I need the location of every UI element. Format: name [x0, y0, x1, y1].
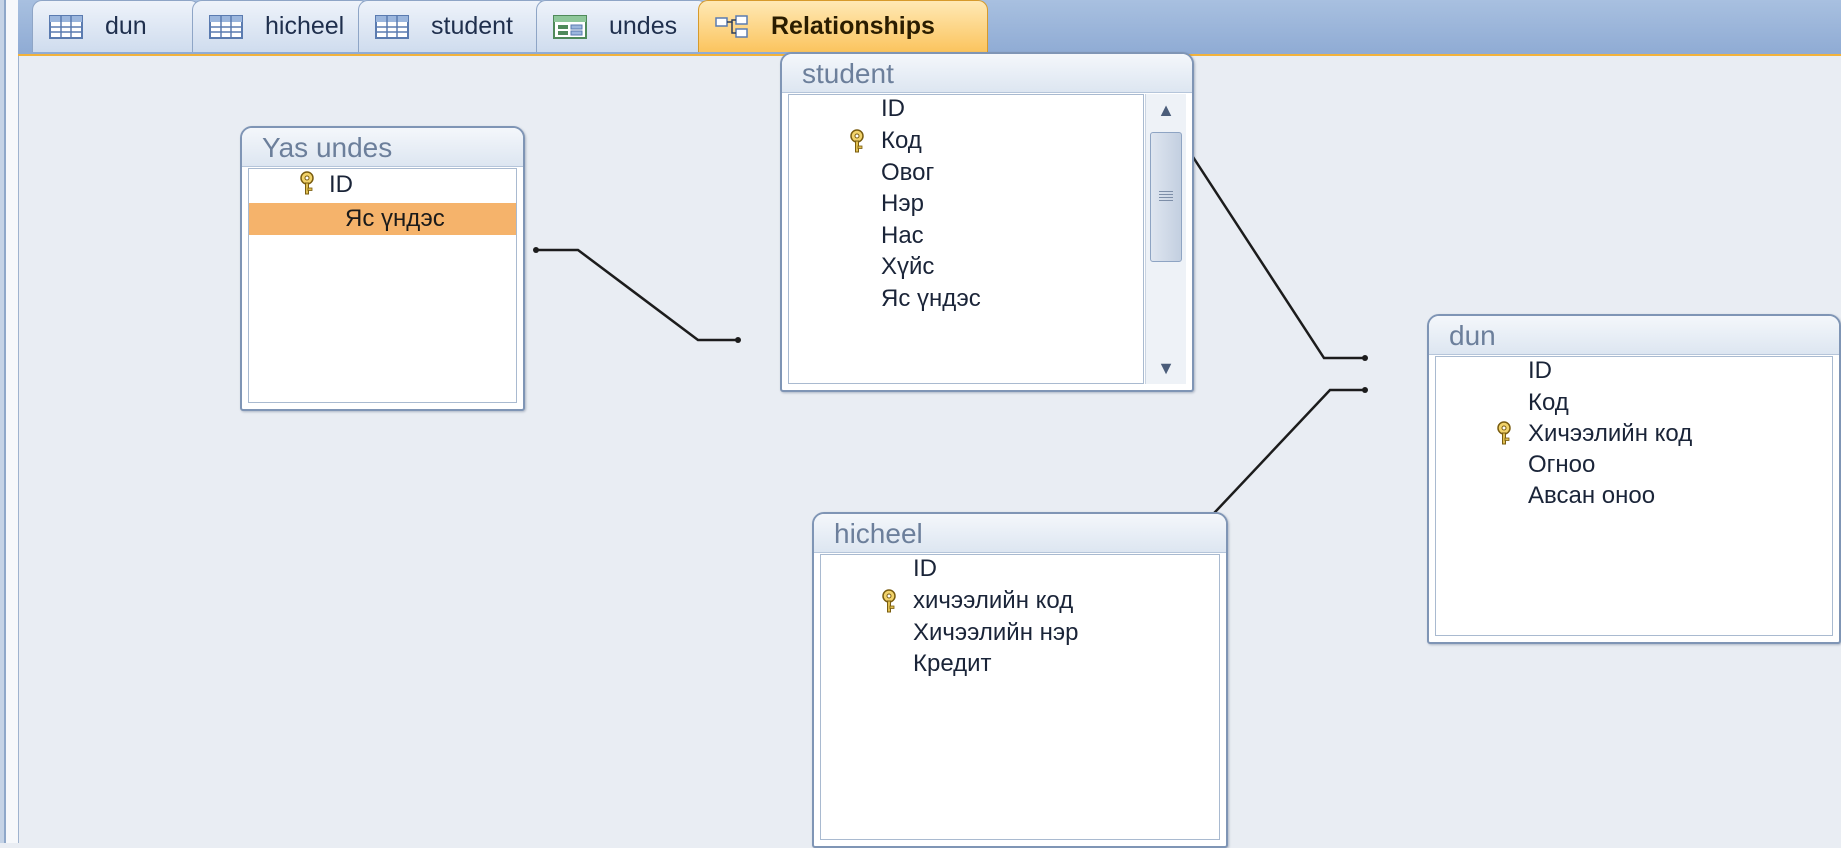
field-list: ID Код Овог Нэр Нас Хүйс Яс үндэс	[788, 94, 1144, 384]
primary-key-icon	[300, 171, 314, 195]
table-title[interactable]: student	[782, 54, 1192, 93]
primary-key-icon	[882, 589, 896, 613]
field-avsan-onoo[interactable]: Авсан оноо	[1528, 480, 1655, 512]
field-id[interactable]: ID	[1528, 355, 1552, 387]
navigation-pane-edge[interactable]	[0, 0, 19, 843]
field-id[interactable]: ID	[913, 553, 937, 585]
field-nas[interactable]: Нас	[881, 220, 924, 252]
field-yas-undes-selected[interactable]: Яс үндэс	[249, 203, 516, 235]
primary-key-icon	[1497, 421, 1511, 445]
table-title[interactable]: dun	[1429, 316, 1839, 355]
tab-label: student	[431, 12, 514, 40]
scroll-up-arrow-icon[interactable]: ▲	[1146, 96, 1186, 124]
field-ovog[interactable]: Овог	[881, 157, 934, 189]
field-khuis[interactable]: Хүйс	[881, 251, 934, 283]
tab-label: Relationships	[771, 12, 935, 40]
field-list: ID Яс үндэс	[248, 168, 517, 403]
field-kod[interactable]: Код	[1528, 387, 1569, 419]
field-list: ID Код Хичээлийн код Огноо Авсан оноо	[1435, 356, 1833, 636]
tab-student[interactable]: student	[358, 0, 548, 52]
tab-label: hicheel	[265, 12, 345, 40]
field-ognoo[interactable]: Огноо	[1528, 449, 1595, 481]
relationships-icon	[715, 14, 748, 38]
table-title[interactable]: hicheel	[814, 514, 1226, 553]
field-kredit[interactable]: Кредит	[913, 648, 992, 680]
field-khicheeliin-kod[interactable]: хичээлийн код	[913, 585, 1073, 617]
table-hicheel[interactable]: hicheel ID хичээлийн код Хичээлийн нэр К…	[812, 512, 1228, 848]
tab-relationships[interactable]: Relationships	[698, 0, 988, 52]
tab-label: dun	[105, 12, 147, 40]
field-ner[interactable]: Нэр	[881, 188, 924, 220]
scroll-grip	[1159, 191, 1173, 201]
tab-hicheel[interactable]: hicheel	[192, 0, 370, 52]
field-khicheeliin-ner[interactable]: Хичээлийн нэр	[913, 617, 1078, 649]
tab-label: undes	[609, 12, 678, 40]
vertical-scrollbar[interactable]: ▲ ▼	[1145, 94, 1186, 384]
field-kod[interactable]: Код	[881, 125, 922, 157]
relationships-canvas[interactable]: Yas undes ID Яс үндэс student ID Код Ово…	[18, 52, 1841, 848]
field-id[interactable]: ID	[329, 169, 353, 201]
table-dun[interactable]: dun ID Код Хичээлийн код Огноо Авсан оно…	[1427, 314, 1841, 644]
scroll-thumb[interactable]	[1150, 132, 1182, 262]
form-icon	[553, 14, 587, 39]
scroll-down-arrow-icon[interactable]: ▼	[1146, 354, 1186, 382]
table-icon	[375, 14, 409, 39]
table-icon	[209, 14, 243, 39]
table-title[interactable]: Yas undes	[242, 128, 523, 167]
field-id[interactable]: ID	[881, 93, 905, 125]
tab-dun[interactable]: dun	[32, 0, 200, 52]
field-list: ID хичээлийн код Хичээлийн нэр Кредит	[820, 554, 1220, 840]
document-tab-strip: dun hicheel student undes Relationships	[18, 0, 1841, 56]
relationship-line-hicheel-dun[interactable]	[1155, 387, 1368, 530]
primary-key-icon	[850, 129, 864, 153]
table-yas-undes[interactable]: Yas undes ID Яс үндэс	[240, 126, 525, 411]
field-yas-undes[interactable]: Яс үндэс	[881, 283, 981, 315]
relationship-line-yas-undes-student[interactable]	[533, 247, 741, 343]
tab-undes[interactable]: undes	[536, 0, 708, 52]
table-icon	[49, 14, 83, 39]
table-student[interactable]: student ID Код Овог Нэр Нас Хүйс Яс үндэ…	[780, 52, 1194, 392]
field-khicheeliin-kod[interactable]: Хичээлийн код	[1528, 418, 1692, 450]
